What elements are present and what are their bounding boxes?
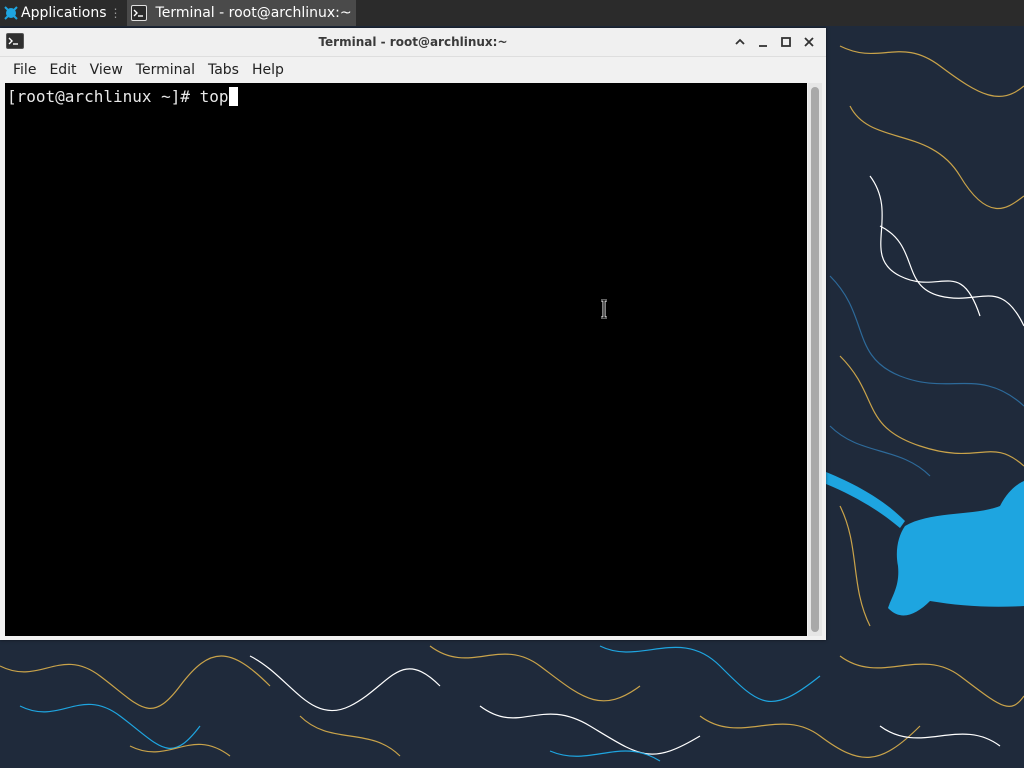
menu-edit[interactable]: Edit <box>43 62 82 78</box>
maximize-icon <box>780 37 791 47</box>
xfce-mouse-mascot <box>826 472 1024 616</box>
close-icon <box>803 37 814 47</box>
terminal-scrollbar[interactable] <box>808 83 822 636</box>
window-title: Terminal - root@archlinux:~ <box>318 35 508 49</box>
terminal-command: top <box>199 87 229 106</box>
panel-separator: ⋮ <box>109 6 122 20</box>
menu-help[interactable]: Help <box>246 62 290 78</box>
terminal-window: Terminal - root@archlinux:~ File Edit Vi… <box>0 28 826 640</box>
shade-button[interactable] <box>728 34 751 50</box>
maximize-button[interactable] <box>774 34 797 50</box>
menu-view[interactable]: View <box>84 62 129 78</box>
applications-menu-button[interactable]: Applications ⋮ <box>0 0 125 26</box>
top-panel: Applications ⋮ Terminal - root@archlinux… <box>0 0 1024 26</box>
taskbar-terminal-label: Terminal - root@archlinux:~ <box>155 5 352 21</box>
close-button[interactable] <box>797 34 820 50</box>
terminal-prompt-line: [root@archlinux ~]# top <box>7 87 238 107</box>
minimize-button[interactable] <box>751 34 774 50</box>
menu-tabs[interactable]: Tabs <box>202 62 245 78</box>
menubar: File Edit View Terminal Tabs Help <box>0 57 826 83</box>
window-titlebar[interactable]: Terminal - root@archlinux:~ <box>0 28 826 57</box>
terminal-icon <box>130 5 147 21</box>
terminal-prompt: [root@archlinux ~]# <box>7 87 200 106</box>
chevron-up-icon <box>734 38 745 45</box>
minimize-icon <box>758 45 767 47</box>
text-cursor <box>228 87 238 106</box>
xfce-mouse-icon <box>4 6 18 20</box>
terminal-output-area[interactable]: [root@archlinux ~]# top <box>5 83 807 636</box>
taskbar-terminal-button[interactable]: Terminal - root@archlinux:~ <box>126 0 356 26</box>
applications-label: Applications <box>21 5 107 21</box>
ibeam-cursor-icon <box>601 299 607 319</box>
menu-file[interactable]: File <box>7 62 42 78</box>
window-controls <box>728 34 820 50</box>
menu-terminal[interactable]: Terminal <box>130 62 201 78</box>
scrollbar-thumb[interactable] <box>811 87 819 632</box>
